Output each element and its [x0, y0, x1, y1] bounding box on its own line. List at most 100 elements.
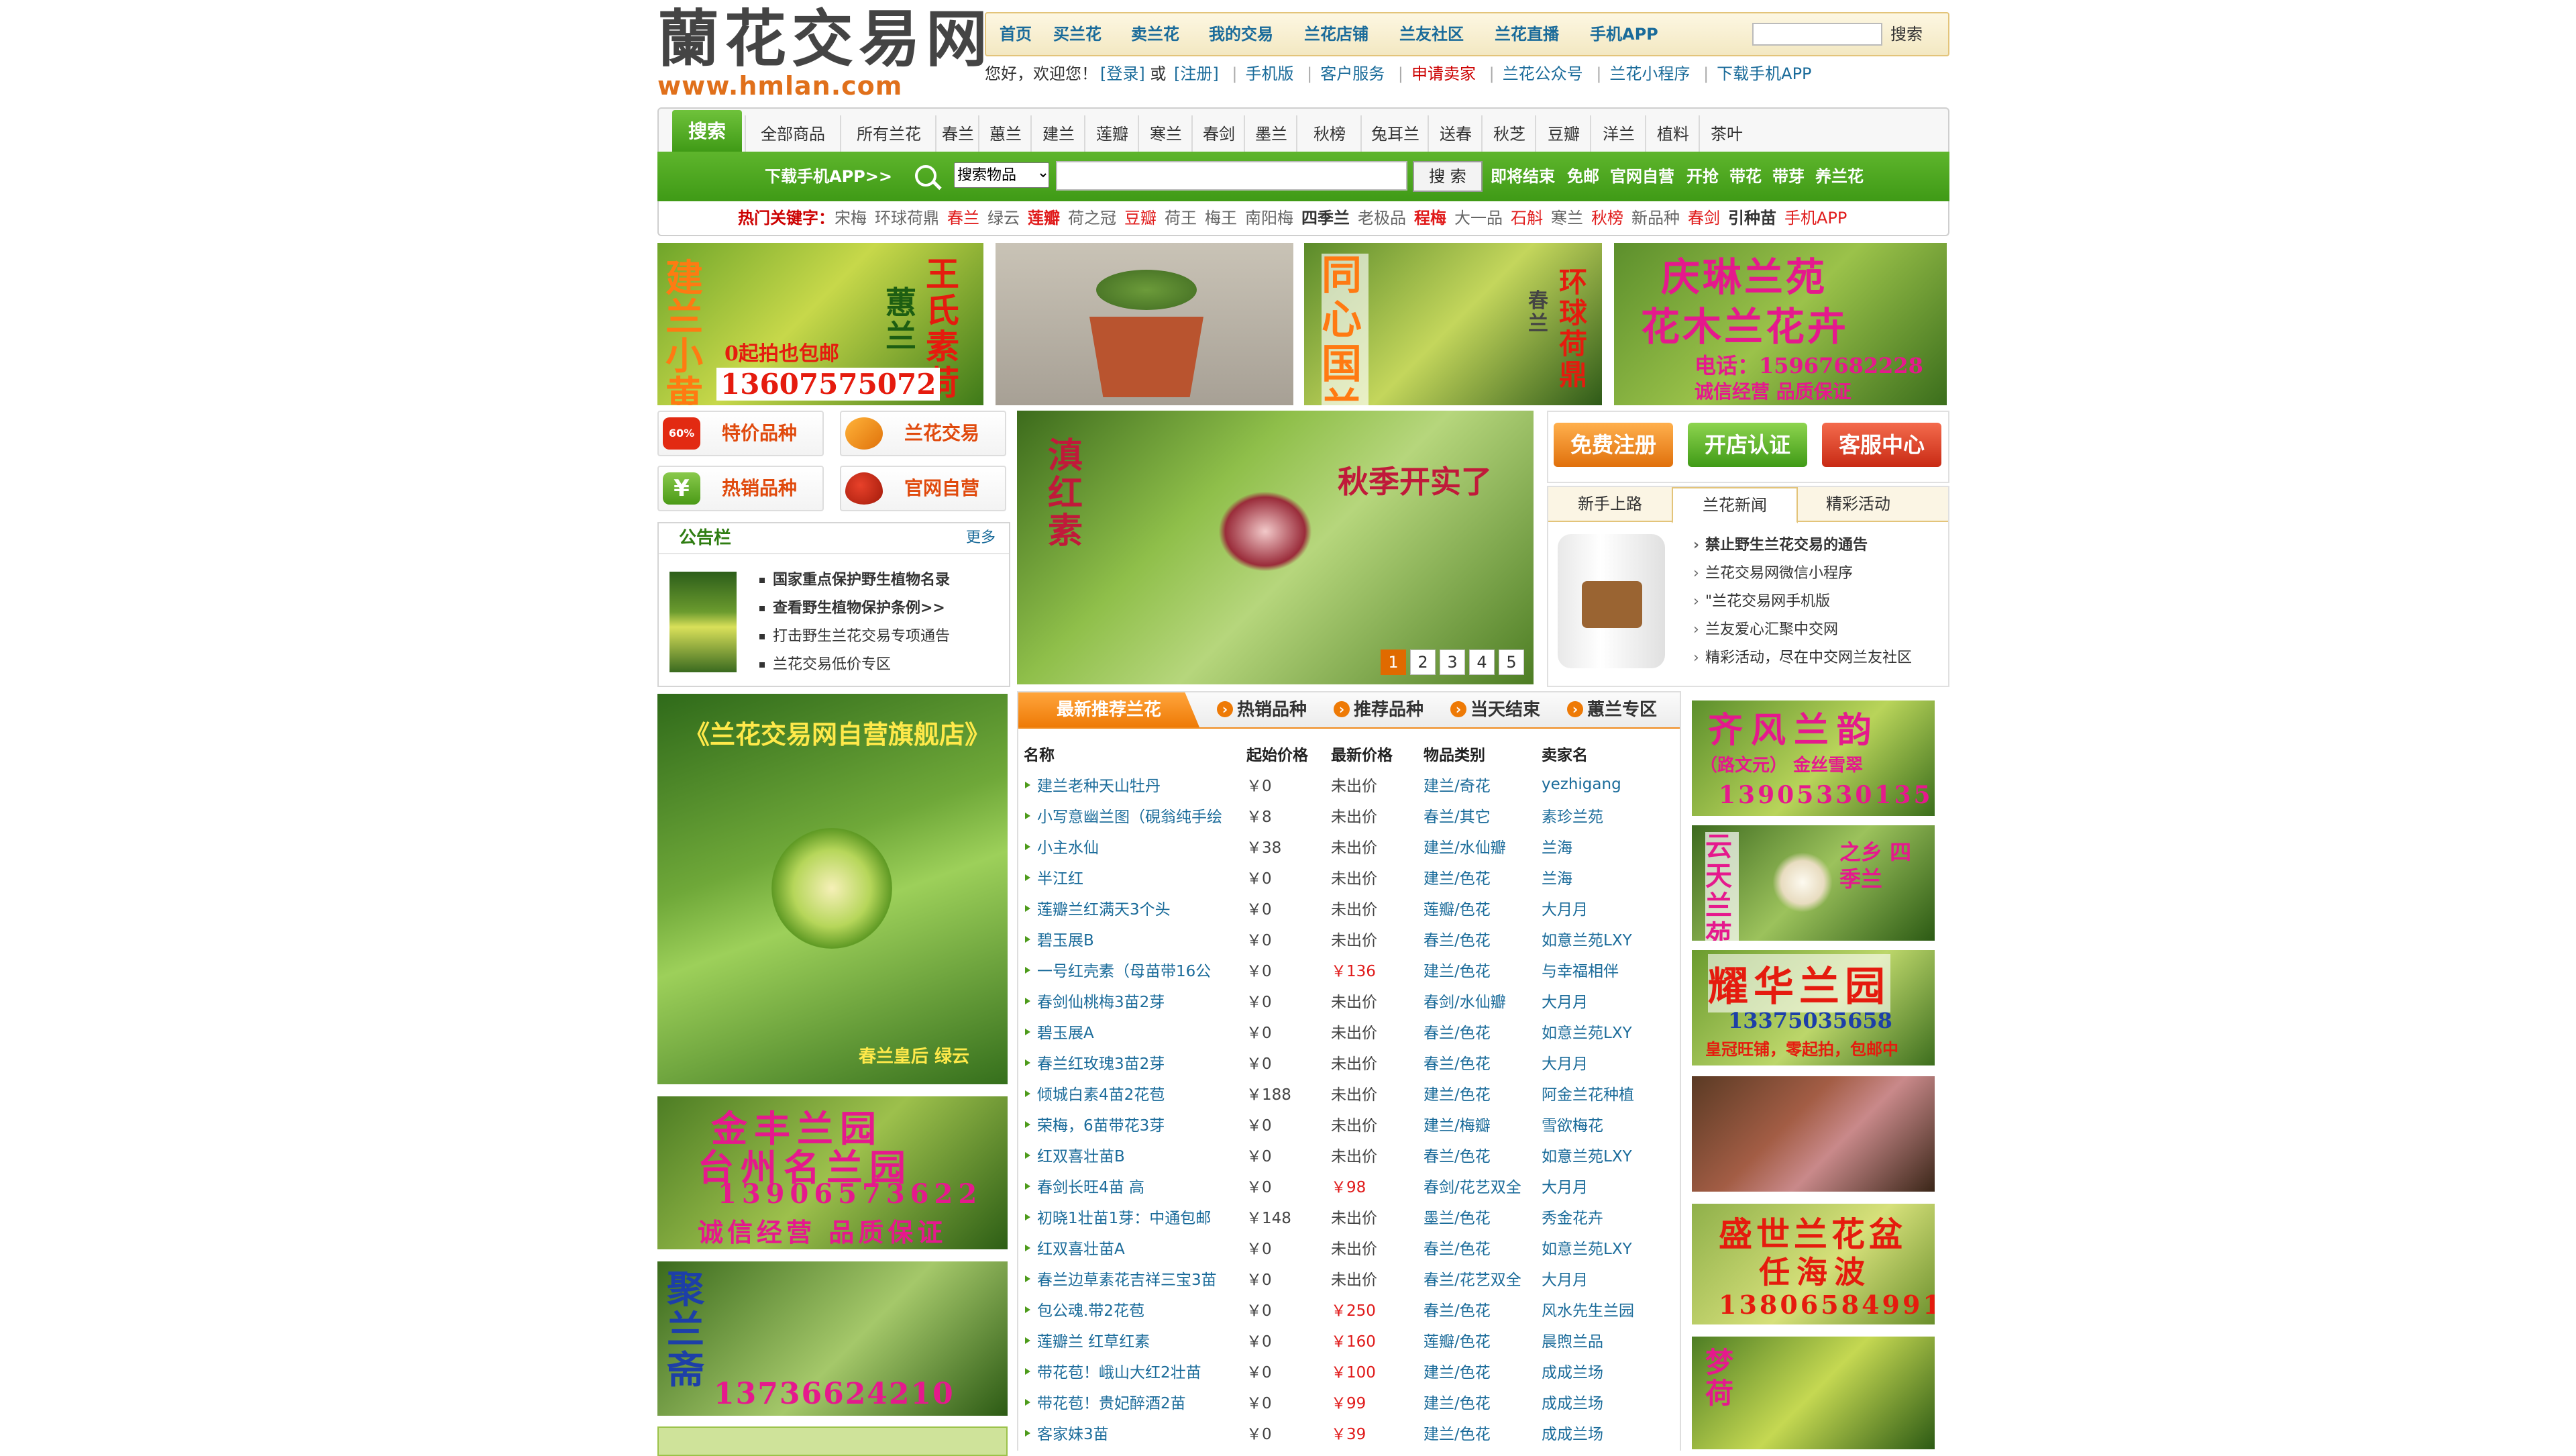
news-item[interactable]: 精彩活动，尽在中交网兰友社区	[1693, 644, 1912, 672]
notice-item[interactable]: 打击野生兰花交易专项通告	[759, 623, 950, 651]
listing-row[interactable]: 荣梅，6苗带花3芽 ￥0 未出价 建兰/梅瓣 雪欲梅花	[1024, 1108, 1669, 1139]
listing-row[interactable]: 小主水仙 ￥38 未出价 建兰/水仙瓣 兰海	[1024, 831, 1669, 862]
category-item[interactable]: 兔耳兰	[1360, 115, 1429, 153]
listing-row[interactable]: 初晓1壮苗1芽：中通包邮 ￥148 未出价 墨兰/色花 秀金花卉	[1024, 1201, 1669, 1232]
ad-orchid-photo[interactable]	[1692, 1076, 1935, 1192]
slider-page-5[interactable]: 5	[1499, 649, 1524, 675]
listing-name[interactable]: 莲瓣兰 红草红素	[1024, 1324, 1246, 1355]
news-item[interactable]: 兰花交易网微信小程序	[1693, 560, 1912, 588]
news-item[interactable]: 兰友爱心汇聚中交网	[1693, 616, 1912, 644]
notice-item[interactable]: 查看野生植物保护条例>>	[759, 594, 950, 623]
listing-seller[interactable]: 如意兰苑LXY	[1542, 1232, 1669, 1263]
tile-official[interactable]: 官网自营	[840, 466, 1006, 511]
tile-trade[interactable]: 兰花交易	[840, 411, 1006, 456]
listing-category[interactable]: 建兰/色花	[1424, 954, 1542, 985]
quick-link-grab[interactable]: 开抢	[1686, 152, 1719, 201]
listing-row[interactable]: 倾城白素4苗2花苞 ￥188 未出价 建兰/色花 阿金兰花种植	[1024, 1078, 1669, 1108]
listing-row[interactable]: 春剑仙桃梅3苗2芽 ￥0 未出价 春剑/水仙瓣 大月月	[1024, 985, 1669, 1016]
listing-name[interactable]: 倾城白素4苗2花苞	[1024, 1078, 1246, 1108]
nav-sell[interactable]: 卖兰花	[1131, 13, 1179, 55]
nav-buy[interactable]: 买兰花	[1053, 13, 1102, 55]
listing-row[interactable]: 一号红壳素（母苗带16公 ￥0 ￥136 建兰/色花 与幸福相伴	[1024, 954, 1669, 985]
tab-ending-today[interactable]: 当天结束	[1450, 692, 1540, 727]
mini-program-link[interactable]: 兰花小程序	[1609, 64, 1690, 83]
hot-keyword[interactable]: 梅王	[1205, 209, 1237, 227]
nav-my-trade[interactable]: 我的交易	[1209, 13, 1273, 55]
listing-category[interactable]: 莲瓣/色花	[1424, 1324, 1542, 1355]
listing-name[interactable]: 客家妹3苗	[1024, 1417, 1246, 1448]
listing-category[interactable]: 春兰/色花	[1424, 1016, 1542, 1047]
listing-name[interactable]: 半江红	[1024, 862, 1246, 892]
category-item[interactable]: 所有兰花	[840, 115, 936, 153]
hot-keyword[interactable]: 莲瓣	[1028, 209, 1060, 227]
banner-julanzhai[interactable]: 聚兰斋 13736624210	[657, 1261, 1008, 1416]
tab-recommended[interactable]: 推荐品种	[1334, 692, 1424, 727]
slider-page-1[interactable]: 1	[1381, 649, 1406, 675]
slider-page-4[interactable]: 4	[1469, 649, 1495, 675]
listing-seller[interactable]: 素珍兰苑	[1542, 800, 1669, 831]
listing-seller[interactable]: 风水先生兰园	[1542, 1294, 1669, 1324]
category-item[interactable]: 茶叶	[1699, 115, 1754, 153]
listing-row[interactable]: 春剑长旺4苗 高 ￥0 ￥98 春剑/花艺双全 大月月	[1024, 1170, 1669, 1201]
listing-seller[interactable]: 雪欲梅花	[1542, 1108, 1669, 1139]
listing-seller[interactable]: 如意兰苑LXY	[1542, 923, 1669, 954]
listing-seller[interactable]: 大月月	[1542, 1170, 1669, 1201]
listing-name[interactable]: 莲瓣兰红满天3个头	[1024, 892, 1246, 923]
tab-activities[interactable]: 精彩活动	[1796, 487, 1920, 521]
listing-row[interactable]: 碧玉展A ￥0 未出价 春兰/色花 如意兰苑LXY	[1024, 1016, 1669, 1047]
category-item[interactable]: 洋兰	[1590, 115, 1646, 153]
banner-qinglin[interactable]: 庆琳兰苑 花木兰花卉 电话：15967682228 诚信经营 品质保证	[1614, 243, 1947, 405]
quick-link-care[interactable]: 养兰花	[1815, 152, 1864, 201]
quick-link-ending[interactable]: 即将结束	[1491, 152, 1555, 201]
listing-name[interactable]: 初晓1壮苗1芽：中通包邮	[1024, 1201, 1246, 1232]
listing-name[interactable]: 春兰边草素花吉祥三宝3苗	[1024, 1263, 1246, 1294]
nav-home[interactable]: 首页	[1000, 13, 1032, 55]
listing-category[interactable]: 建兰/色花	[1424, 1355, 1542, 1386]
notice-more-link[interactable]: 更多	[966, 523, 996, 553]
listing-row[interactable]: 春兰边草素花吉祥三宝3苗 ￥0 未出价 春兰/花艺双全 大月月	[1024, 1263, 1669, 1294]
top-search-button[interactable]: 搜索	[1890, 13, 1923, 55]
register-free-button[interactable]: 免费注册	[1554, 423, 1673, 467]
listing-category[interactable]: 春剑/花艺双全	[1424, 1170, 1542, 1201]
nav-community[interactable]: 兰友社区	[1399, 13, 1464, 55]
download-app-banner-link[interactable]: 下载手机APP>>	[765, 152, 892, 201]
listing-row[interactable]: 春兰红玫瑰3苗2芽 ￥0 未出价 春兰/色花 大月月	[1024, 1047, 1669, 1078]
main-search-input[interactable]	[1056, 161, 1407, 191]
ad-yaohua[interactable]: 耀华兰园 13375035658 皇冠旺铺，零起拍，包邮中	[1692, 950, 1935, 1065]
listing-name[interactable]: 红双喜壮苗A	[1024, 1232, 1246, 1263]
tab-orchid-news[interactable]: 兰花新闻	[1672, 487, 1798, 523]
banner-tongxin[interactable]: 同心国兰 春兰 环球荷鼎	[1304, 243, 1602, 405]
category-item[interactable]: 春剑	[1191, 115, 1245, 153]
listing-name[interactable]: 建兰老种天山牡丹	[1024, 769, 1246, 800]
listing-category[interactable]: 建兰/色花	[1424, 1386, 1542, 1417]
listing-name[interactable]: 小写意幽兰图（硯翁纯手绘	[1024, 800, 1246, 831]
hot-keyword[interactable]: 四季兰	[1301, 209, 1350, 227]
listing-name[interactable]: 春剑仙桃梅3苗2芽	[1024, 985, 1246, 1016]
listing-category[interactable]: 春兰/色花	[1424, 1232, 1542, 1263]
listing-seller[interactable]: 秀金花卉	[1542, 1201, 1669, 1232]
listing-category[interactable]: 春兰/色花	[1424, 1294, 1542, 1324]
listing-seller[interactable]: 大月月	[1542, 1263, 1669, 1294]
listing-seller[interactable]: 晨煦兰品	[1542, 1324, 1669, 1355]
listing-row[interactable]: 建兰老种天山牡丹 ￥0 未出价 建兰/奇花 yezhigang	[1024, 769, 1669, 800]
quick-link-official[interactable]: 官网自营	[1610, 152, 1674, 201]
listing-category[interactable]: 春兰/花艺双全	[1424, 1263, 1542, 1294]
listing-row[interactable]: 半江红 ￥0 未出价 建兰/色花 兰海	[1024, 862, 1669, 892]
login-link[interactable]: [登录]	[1100, 64, 1145, 83]
nav-live[interactable]: 兰花直播	[1495, 13, 1559, 55]
hot-keyword[interactable]: 春兰	[947, 209, 979, 227]
hot-keyword[interactable]: 绿云	[987, 209, 1020, 227]
apply-seller-link[interactable]: 申请卖家	[1411, 64, 1476, 83]
listing-row[interactable]: 包公魂.带2花苞 ￥0 ￥250 春兰/色花 风水先生兰园	[1024, 1294, 1669, 1324]
ad-menghe[interactable]: 梦荷	[1692, 1337, 1935, 1449]
category-item[interactable]: 春兰	[935, 115, 979, 153]
ad-qifeng[interactable]: 齐风兰韵 （路文元） 金丝雪翠 13905330135	[1692, 700, 1935, 816]
category-item[interactable]: 秋榜	[1296, 115, 1362, 153]
hero-slider[interactable]: 滇红素 秋季开实了 12345	[1017, 411, 1534, 684]
category-item[interactable]: 豆瓣	[1535, 115, 1591, 153]
slider-page-2[interactable]: 2	[1410, 649, 1436, 675]
listing-seller[interactable]: 大月月	[1542, 985, 1669, 1016]
listing-seller[interactable]: 兰海	[1542, 862, 1669, 892]
listing-seller[interactable]: 与幸福相伴	[1542, 954, 1669, 985]
banner-jinfeng[interactable]: 金丰兰园 台州名兰园 13906573622 诚信经营 品质保证	[657, 1096, 1008, 1249]
